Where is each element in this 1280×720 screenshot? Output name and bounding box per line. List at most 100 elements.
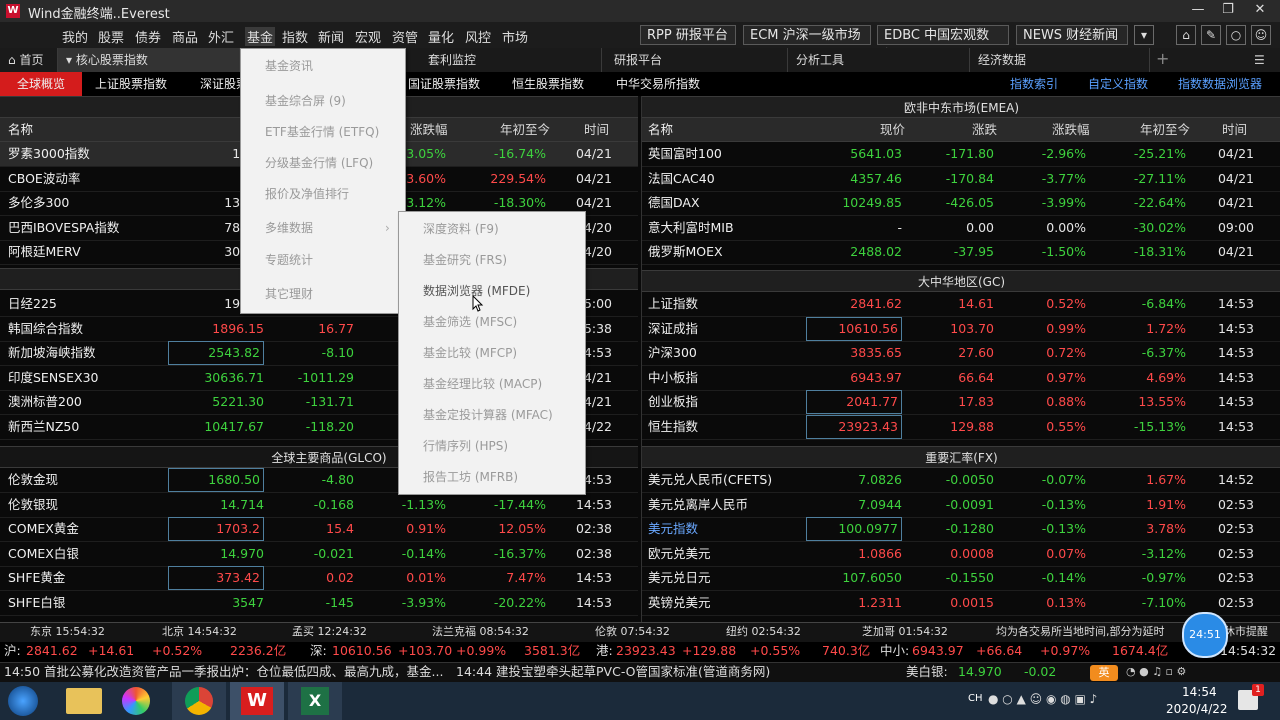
submenu-mfsc[interactable]: 基金筛选 (MFSC) [399,307,585,338]
ime-badge[interactable]: 英 [1090,665,1118,681]
table-row[interactable]: 上证指数 2841.62 14.61 0.52% -6.84% 14:53 [642,292,1280,317]
chevron-down-icon[interactable]: ▾ [1134,25,1154,45]
menu-funds[interactable]: 基金 [245,27,276,46]
index-catalog-link[interactable]: 指数索引 [1010,72,1058,96]
rheader-ytd[interactable]: 年初至今 [1140,118,1190,142]
clock-time[interactable]: 14:54 [1182,685,1217,699]
cell-name[interactable]: 罗素3000指数 [8,142,90,166]
menu-fund-screen[interactable]: 基金综合屏 (9) [241,86,405,117]
cell-name[interactable]: 澳洲标普200 [8,390,82,414]
excel-taskbar-item[interactable]: X [288,682,342,720]
subtab-hangseng[interactable]: 恒生股票指数 [512,72,584,96]
cell-name[interactable]: 伦敦银现 [8,493,58,517]
cell-name[interactable]: 俄罗斯MOEX [648,240,723,264]
cell-name[interactable]: 美元兑离岸人民币 [648,493,748,517]
cell-name[interactable]: 深证成指 [648,317,698,341]
submenu-hps[interactable]: 行情序列 (HPS) [399,431,585,462]
rheader-pct[interactable]: 涨跌幅 [1052,118,1090,142]
cell-name[interactable]: 德国DAX [648,191,700,215]
menu-forex[interactable]: 外汇 [208,27,234,46]
subtab-shanghai[interactable]: 上证股票指数 [95,72,167,96]
cell-name[interactable]: SHFE黄金 [8,566,65,590]
cell-name[interactable]: 伦敦金现 [8,468,58,492]
menu-fund-news[interactable]: 基金资讯 [241,51,405,82]
cell-name[interactable]: 英镑兑美元 [648,591,711,615]
tab-research[interactable]: 研报平台 [606,48,788,72]
menu-bonds[interactable]: 债券 [135,27,161,46]
cell-name[interactable]: 韩国综合指数 [8,317,83,341]
maximize-icon[interactable]: ❐ [1216,1,1240,19]
table-row[interactable]: 俄罗斯MOEX 2488.02 -37.95 -1.50% -18.31% 04/21 [642,240,1280,265]
submenu-macp[interactable]: 基金经理比较 (MACP) [399,369,585,400]
rpp-button[interactable]: RPP 研报平台 [640,25,736,45]
table-row[interactable]: 美元指数 100.0977 -0.1280 -0.13% 3.78% 02:53 [642,517,1280,542]
edbc-button[interactable]: EDBC 中国宏观数据 [877,25,1009,63]
chrome-taskbar-item[interactable] [172,682,226,720]
table-row[interactable]: COMEX黄金 1703.2 15.4 0.91% 12.05% 02:38 [0,517,638,542]
cell-name[interactable]: 美元指数 [648,517,698,541]
subtab-guozheng[interactable]: 国证股票指数 [408,72,480,96]
cell-name[interactable]: 印度SENSEX30 [8,366,99,390]
submenu-f9[interactable]: 深度资料 (F9) [399,214,585,245]
table-row[interactable]: 英镑兑美元 1.2311 0.0015 0.13% -7.10% 02:53 [642,591,1280,616]
tab-list-icon[interactable]: ☰ [1254,48,1265,72]
cell-name[interactable]: COMEX黄金 [8,517,79,541]
menu-etf-quotes[interactable]: ETF基金行情 (ETFQ) [241,117,405,148]
menu-multidim[interactable]: 多维数据 › [241,213,405,244]
cell-name[interactable]: COMEX白银 [8,542,79,566]
cell-name[interactable]: 美元兑日元 [648,566,711,590]
cell-name[interactable]: 新加坡海峡指数 [8,341,96,365]
cell-name[interactable]: SHFE白银 [8,591,65,615]
menu-asset-mgmt[interactable]: 资管 [392,27,418,46]
cell-name[interactable]: 欧元兑美元 [648,542,711,566]
submenu-mfde[interactable]: 数据浏览器 (MFDE) [399,276,585,307]
lang-indicator[interactable]: CH [968,693,983,704]
news2-text[interactable]: 建投宝塑牵头起草PVC-O管国家标准(管道商务网) [496,660,770,684]
user-icon[interactable]: ☺ [1251,25,1271,45]
rheader-name[interactable]: 名称 [648,118,673,142]
subtab-china-exchange[interactable]: 中华交易所指数 [616,72,700,96]
table-row[interactable]: 美元兑离岸人民币 7.0944 -0.0091 -0.13% 1.91% 02:53 [642,493,1280,518]
cell-name[interactable]: 恒生指数 [648,415,698,439]
cell-name[interactable]: 中小板指 [648,366,698,390]
table-row[interactable]: SHFE黄金 373.42 0.02 0.01% 7.47% 14:53 [0,566,638,591]
clock-date[interactable]: 2020/4/22 [1166,702,1228,716]
header-name[interactable]: 名称 [8,118,33,142]
menu-stocks[interactable]: 股票 [98,27,124,46]
subtab-global[interactable]: 全球概览 [0,72,82,96]
custom-index-link[interactable]: 自定义指数 [1088,72,1148,96]
tab-home[interactable]: ⌂ 首页 [0,48,58,72]
cell-name[interactable]: 新西兰NZ50 [8,415,79,439]
table-row[interactable]: SHFE白银 3547 -145 -3.93% -20.22% 14:53 [0,591,638,616]
close-icon[interactable]: ✕ [1248,1,1272,19]
cell-name[interactable]: 法国CAC40 [648,167,715,191]
start-button-icon[interactable] [8,686,38,716]
table-row[interactable]: 创业板指 2041.77 17.83 0.88% 13.55% 14:53 [642,390,1280,415]
news1-text[interactable]: 首批公募化改造资管产品一季报出炉：仓位最低四成、最高九成，基金... [44,660,444,684]
menu-market[interactable]: 市场 [502,27,528,46]
menu-news[interactable]: 新闻 [318,27,344,46]
table-row[interactable]: COMEX白银 14.970 -0.021 -0.14% -16.37% 02:38 [0,542,638,567]
table-row[interactable]: 法国CAC40 4357.46 -170.84 -3.77% -27.11% 04/21 [642,167,1280,192]
cell-name[interactable]: 多伦多300 [8,191,69,215]
cell-name[interactable]: CBOE波动率 [8,167,80,191]
cell-name[interactable]: 巴西IBOVESPA指数 [8,216,119,240]
submenu-frs[interactable]: 基金研究 (FRS) [399,245,585,276]
minimize-icon[interactable]: — [1186,1,1210,19]
tab-economy[interactable]: 经济数据 [970,48,1150,72]
wind-taskbar-item[interactable]: W [230,682,284,720]
table-row[interactable]: 德国DAX 10249.85 -426.05 -3.99% -22.64% 04/21 [642,191,1280,216]
header-time[interactable]: 时间 [584,118,609,142]
chat-icon[interactable]: ○ [1226,25,1246,45]
menu-mine[interactable]: 我的 [62,27,88,46]
table-row[interactable]: 美元兑日元 107.6050 -0.1550 -0.14% -0.97% 02:53 [642,566,1280,591]
tab-arbitrage[interactable]: 套利监控 [420,48,602,72]
cell-name[interactable]: 英国富时100 [648,142,722,166]
cell-name[interactable]: 日经225 [8,292,57,316]
tab-tools[interactable]: 分析工具 [788,48,970,72]
table-row[interactable]: 美元兑人民币(CFETS) 7.0826 -0.0050 -0.07% 1.67% 14:… [642,468,1280,493]
table-row[interactable]: 欧元兑美元 1.0866 0.0008 0.07% -3.12% 02:53 [642,542,1280,567]
submenu-mfrb[interactable]: 报告工坊 (MFRB) [399,462,585,493]
rheader-change[interactable]: 涨跌 [972,118,997,142]
add-tab-icon[interactable]: + [1156,48,1169,70]
